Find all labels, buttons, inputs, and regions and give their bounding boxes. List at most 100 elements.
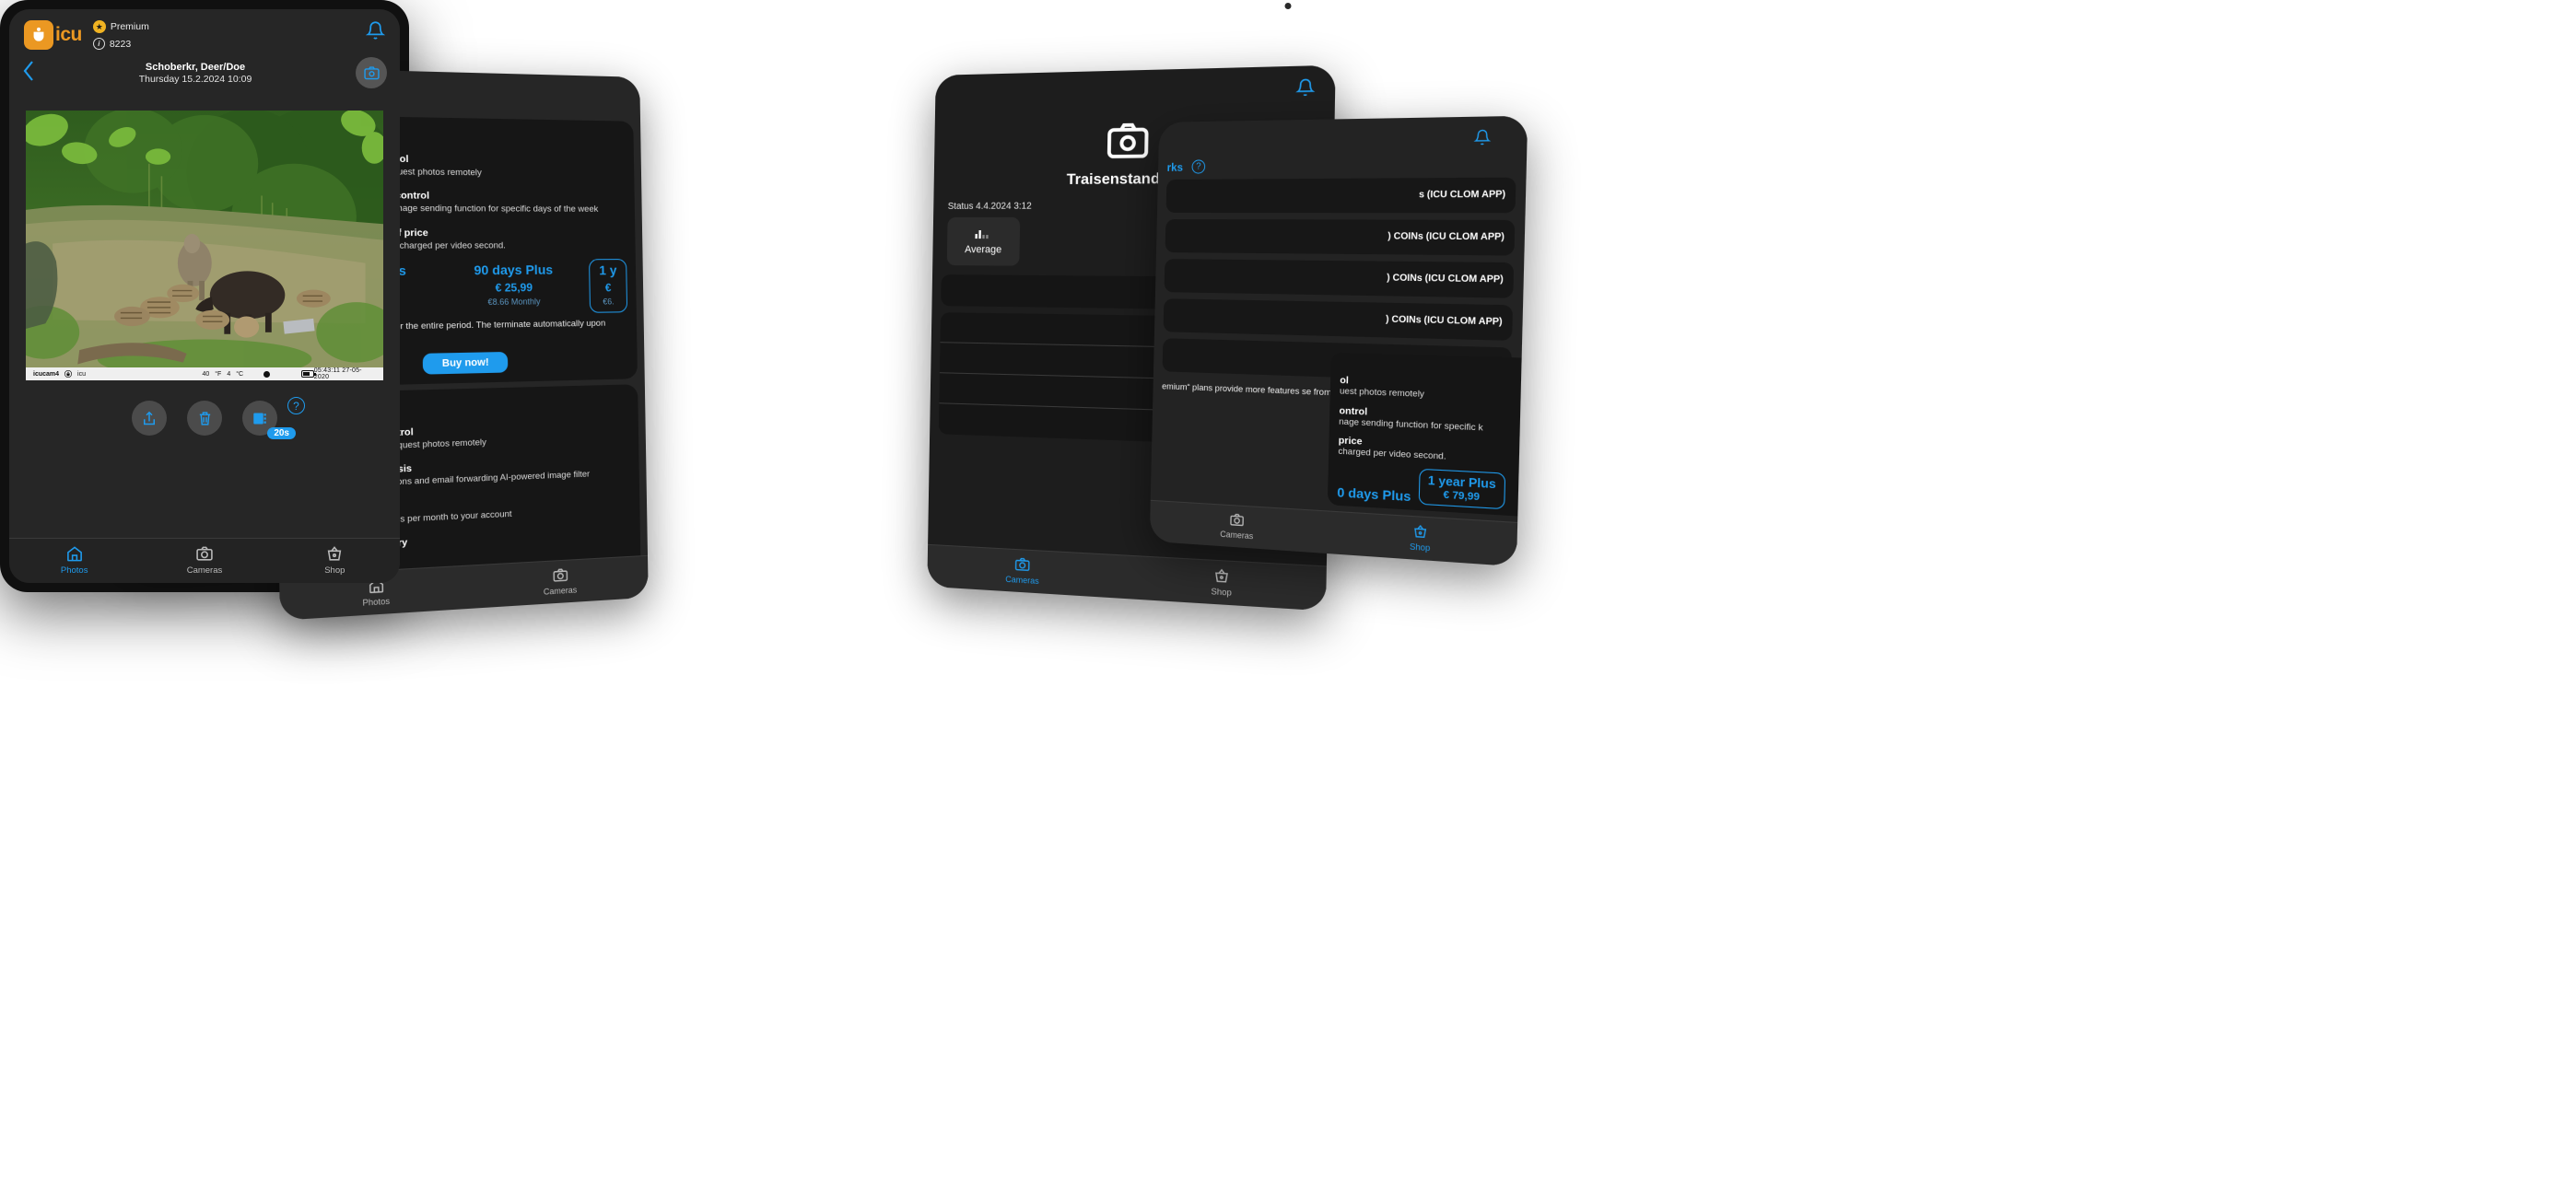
coin-pack-label: ) COINs (ICU CLOM APP) bbox=[1387, 272, 1504, 285]
camera-icon bbox=[1014, 556, 1031, 573]
signal-card[interactable]: Average bbox=[946, 216, 1021, 266]
tab-cameras[interactable]: Cameras bbox=[927, 545, 1120, 599]
basket-icon bbox=[1212, 567, 1230, 585]
front-camera-dot bbox=[1284, 3, 1292, 9]
battery-icon bbox=[300, 370, 316, 379]
question-circle-icon[interactable]: ? bbox=[1191, 159, 1206, 174]
tab-shop[interactable]: Shop bbox=[270, 539, 400, 583]
app-logo: icu bbox=[24, 20, 82, 50]
feature-row: ontrol nage sending function for specifi… bbox=[1339, 404, 1527, 437]
list-item[interactable]: s (ICU CLOM APP) bbox=[1165, 177, 1516, 214]
photo-brand-name: icucam4 bbox=[33, 370, 60, 378]
camera-icon bbox=[552, 567, 568, 584]
account-id-row[interactable]: i 8223 bbox=[92, 38, 149, 50]
info-icon: i bbox=[92, 38, 105, 50]
photo-image bbox=[26, 111, 383, 368]
coin-pack-label: ) COINs (ICU CLOM APP) bbox=[1385, 314, 1503, 328]
star-icon: ★ bbox=[92, 20, 106, 33]
tab-photos-label: Photos bbox=[362, 596, 391, 608]
trail-camera-photo bbox=[26, 111, 383, 368]
camera-name: Traisenstand bbox=[1066, 170, 1161, 188]
tab-shop-label: Shop bbox=[1409, 542, 1431, 553]
signal-label: Average bbox=[964, 244, 1002, 256]
plan-label: Premium bbox=[110, 21, 149, 32]
list-item[interactable]: ) COINs (ICU CLOM APP) bbox=[1163, 298, 1514, 341]
price-card-1-year[interactable]: 1 y € €6. bbox=[589, 259, 628, 314]
price-card-1-year[interactable]: 1 year Plus € 79,99 bbox=[1418, 469, 1505, 510]
price-value: € 25,99 bbox=[495, 281, 533, 296]
photo-temperature: 40 °F 4 °C bbox=[202, 371, 243, 378]
tab-shop-label: Shop bbox=[1211, 586, 1232, 598]
price-card-90-days[interactable]: 90 days Plus € 25,99 €8.66 Monthly bbox=[444, 259, 582, 315]
temp-f-value: 40 bbox=[202, 370, 210, 378]
plan-row[interactable]: ★ Premium bbox=[92, 20, 149, 33]
basket-icon bbox=[1411, 523, 1428, 540]
camera-icon bbox=[1229, 512, 1245, 528]
tab-photos[interactable]: Photos bbox=[9, 539, 139, 583]
tab-cameras-label: Cameras bbox=[1005, 574, 1039, 587]
photo-container[interactable]: icucam4 icu 40 °F 4 °C 05:43:11 27-05-20… bbox=[26, 111, 383, 381]
photo-brand: icucam4 icu bbox=[33, 370, 86, 379]
coin-pack-label: ) COINs (ICU CLOM APP) bbox=[1388, 230, 1505, 243]
camera-icon bbox=[196, 546, 213, 561]
price-value: € bbox=[604, 281, 612, 295]
coins-header: rks ? bbox=[1158, 155, 1527, 180]
price-monthly: €6. bbox=[603, 297, 615, 307]
detail-title-block: Schoberkr, Deer/Doe Thursday 15.2.2024 1… bbox=[35, 62, 356, 85]
buy-now-button[interactable]: Buy now! bbox=[422, 352, 509, 375]
tab-cameras-label: Cameras bbox=[1220, 529, 1254, 542]
tab-cameras[interactable]: Cameras bbox=[469, 556, 649, 609]
screenshot-stage: icu ★ Premium i 8223 Display▼ Camera▼ Ca… bbox=[0, 0, 2576, 1188]
device-coins-phone: rks ? s (ICU CLOM APP) ) COINs (ICU CLOM… bbox=[1149, 115, 1528, 567]
photo-info-bar: icucam4 icu 40 °F 4 °C 05:43:11 27-05-20… bbox=[26, 367, 383, 381]
chevron-left-icon[interactable] bbox=[22, 60, 35, 86]
temp-c-value: 4 bbox=[227, 370, 231, 378]
bell-icon[interactable] bbox=[1473, 128, 1491, 151]
coins-body[interactable]: rks ? s (ICU CLOM APP) ) COINs (ICU CLOM… bbox=[1151, 153, 1528, 522]
share-icon bbox=[144, 411, 155, 425]
plan-overlay-card[interactable]: ? ol uest photos remotely ontrol nage se… bbox=[1327, 352, 1528, 519]
detail-nav-row: Schoberkr, Deer/Doe Thursday 15.2.2024 1… bbox=[9, 53, 400, 94]
icu-mark-icon bbox=[64, 370, 73, 379]
price-title: 90 days Plus bbox=[474, 262, 554, 278]
signal-bars-icon bbox=[974, 227, 992, 241]
camera-request-button[interactable] bbox=[356, 57, 387, 88]
page-title: Schoberkr, Deer/Doe bbox=[145, 61, 246, 73]
photo-detail-screen: icu ★ Premium i 8223 Schoberkr, Deer/Doe… bbox=[9, 9, 400, 583]
home-icon bbox=[66, 546, 82, 562]
trash-icon bbox=[199, 412, 210, 425]
temp-f-unit: °F bbox=[215, 370, 222, 378]
tab-shop-label: Shop bbox=[324, 565, 345, 576]
tab-shop[interactable]: Shop bbox=[1120, 555, 1327, 611]
price-monthly: €8.66 Monthly bbox=[487, 297, 541, 308]
delete-button[interactable] bbox=[187, 401, 222, 437]
icu-mark-icon bbox=[24, 20, 53, 50]
question-circle-icon[interactable]: ? bbox=[287, 397, 305, 415]
bell-icon[interactable] bbox=[365, 20, 386, 45]
bell-icon[interactable] bbox=[1295, 77, 1315, 102]
price-card-30-days[interactable]: 0 days Plus bbox=[1337, 484, 1411, 504]
camera-icon bbox=[1107, 122, 1149, 164]
tab-cameras[interactable]: Cameras bbox=[139, 539, 269, 583]
basket-icon bbox=[328, 546, 342, 561]
video-button[interactable]: 20s ? bbox=[242, 397, 305, 440]
share-button[interactable] bbox=[132, 401, 167, 437]
tab-cameras-label: Cameras bbox=[186, 565, 223, 576]
list-item[interactable]: ) COINs (ICU CLOM APP) bbox=[1165, 218, 1516, 256]
photo-brand-sub: icu bbox=[77, 370, 86, 378]
moon-icon bbox=[263, 370, 270, 378]
price-title: 1 year Plus bbox=[1427, 472, 1496, 492]
bottom-tab-bar[interactable]: Photos Cameras Shop bbox=[9, 538, 400, 583]
feature-row: price charged per video second. bbox=[1338, 435, 1527, 469]
app-logo-text: icu bbox=[55, 24, 82, 45]
video-duration-badge: 20s bbox=[267, 427, 296, 440]
list-item[interactable]: ) COINs (ICU CLOM APP) bbox=[1164, 259, 1515, 298]
bottom-tab-bar[interactable]: Cameras Shop bbox=[927, 543, 1327, 611]
photo-action-row[interactable]: 20s ? bbox=[9, 380, 400, 448]
coin-pack-label: s (ICU CLOM APP) bbox=[1418, 189, 1506, 201]
device-tablet: icu ★ Premium i 8223 Schoberkr, Deer/Doe… bbox=[0, 0, 1292, 592]
photo-timestamp: 05:43:11 27-05-2020 bbox=[313, 367, 362, 381]
feature-row: ol uest photos remotely bbox=[1340, 375, 1527, 406]
overlay-prices[interactable]: 0 days Plus 1 year Plus € 79,99 bbox=[1337, 464, 1527, 512]
price-title: 1 y bbox=[599, 262, 617, 278]
